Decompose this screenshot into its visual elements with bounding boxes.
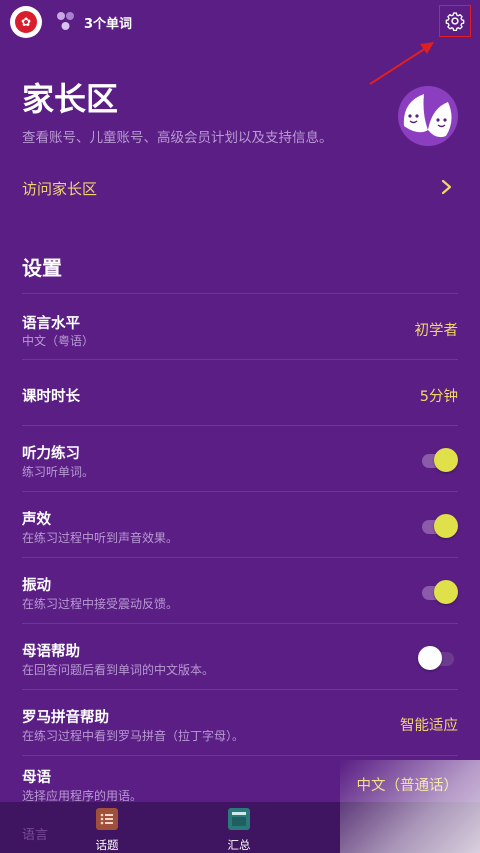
setting-title: 振动 (22, 578, 51, 594)
setting-row-vibration: 振动 在练习过程中接受震动反馈。 (22, 557, 458, 624)
gear-icon (445, 12, 465, 31)
setting-subtitle: 在回答问题后看到单词的中文版本。 (22, 663, 215, 677)
topics-icon (96, 808, 118, 830)
parent-zone-title: 家长区 (22, 80, 119, 118)
setting-value: 初学者 (414, 323, 459, 339)
summary-icon (228, 808, 250, 830)
setting-row-sound-effects: 声效 在练习过程中听到声音效果。 (22, 491, 458, 558)
parent-zone-description: 查看账号、儿童账号、高级会员计划以及支持信息。 (22, 130, 333, 146)
setting-subtitle: 在练习过程中接受震动反馈。 (22, 597, 179, 611)
tab-topics[interactable]: 话题 (77, 808, 137, 853)
setting-title: 罗马拼音帮助 (22, 710, 109, 726)
setting-title: 母语帮助 (22, 644, 80, 660)
chevron-right-icon (441, 179, 452, 195)
annotation-arrow-icon (369, 42, 434, 85)
words-count[interactable]: 3个单词 (84, 13, 132, 32)
listening-practice-toggle[interactable] (422, 448, 458, 474)
parent-zone-link[interactable]: 访问家长区 (0, 160, 480, 216)
parent-zone-link-label: 访问家长区 (22, 180, 98, 198)
native-help-toggle[interactable] (418, 646, 458, 672)
setting-title: 听力练习 (22, 446, 80, 462)
setting-value: 5分钟 (419, 389, 458, 405)
setting-row-native-help: 母语帮助 在回答问题后看到单词的中文版本。 (22, 623, 458, 690)
setting-title: 声效 (22, 512, 51, 528)
setting-row-romanization-help[interactable]: 罗马拼音帮助 在练习过程中看到罗马拼音（拉丁字母）。 智能适应 (22, 689, 458, 756)
language-flag-button[interactable]: ✿ (10, 6, 42, 38)
partial-label: 语言 (22, 828, 49, 843)
settings-title: 设置 (22, 256, 62, 280)
sound-effects-toggle[interactable] (422, 514, 458, 540)
setting-row-language-level[interactable]: 语言水平 中文（粤语） 初学者 (22, 293, 458, 360)
setting-row-listening-practice: 听力练习 练习听单词。 (22, 425, 458, 492)
tab-topics-label: 话题 (95, 838, 119, 852)
setting-title: 语言水平 (22, 316, 80, 332)
setting-subtitle: 在练习过程中看到罗马拼音（拉丁字母）。 (22, 729, 245, 743)
words-icon[interactable] (54, 10, 76, 32)
setting-subtitle: 练习听单词。 (22, 465, 95, 479)
bottom-navigation: 语言 话题 汇总 (0, 802, 480, 853)
settings-button[interactable] (439, 5, 471, 37)
vibration-toggle[interactable] (422, 580, 458, 606)
setting-subtitle: 在练习过程中听到声音效果。 (22, 531, 179, 545)
setting-row-app-language[interactable]: 母语 选择应用程序的用语。 中文（普通话） (22, 755, 458, 803)
setting-value: 中文（普通话） (356, 778, 459, 794)
flag-icon: ✿ (15, 11, 37, 33)
mascot-icon (398, 86, 458, 146)
tab-summary[interactable]: 汇总 (209, 808, 269, 853)
tab-summary-label: 汇总 (227, 838, 251, 852)
top-bar: ✿ 3个单词 (0, 0, 480, 85)
setting-title: 课时时长 (22, 389, 80, 405)
setting-subtitle: 中文（粤语） (22, 334, 95, 348)
setting-row-lesson-duration[interactable]: 课时时长 5分钟 (22, 359, 458, 426)
setting-title: 母语 (22, 770, 51, 786)
setting-value: 智能适应 (400, 718, 458, 734)
